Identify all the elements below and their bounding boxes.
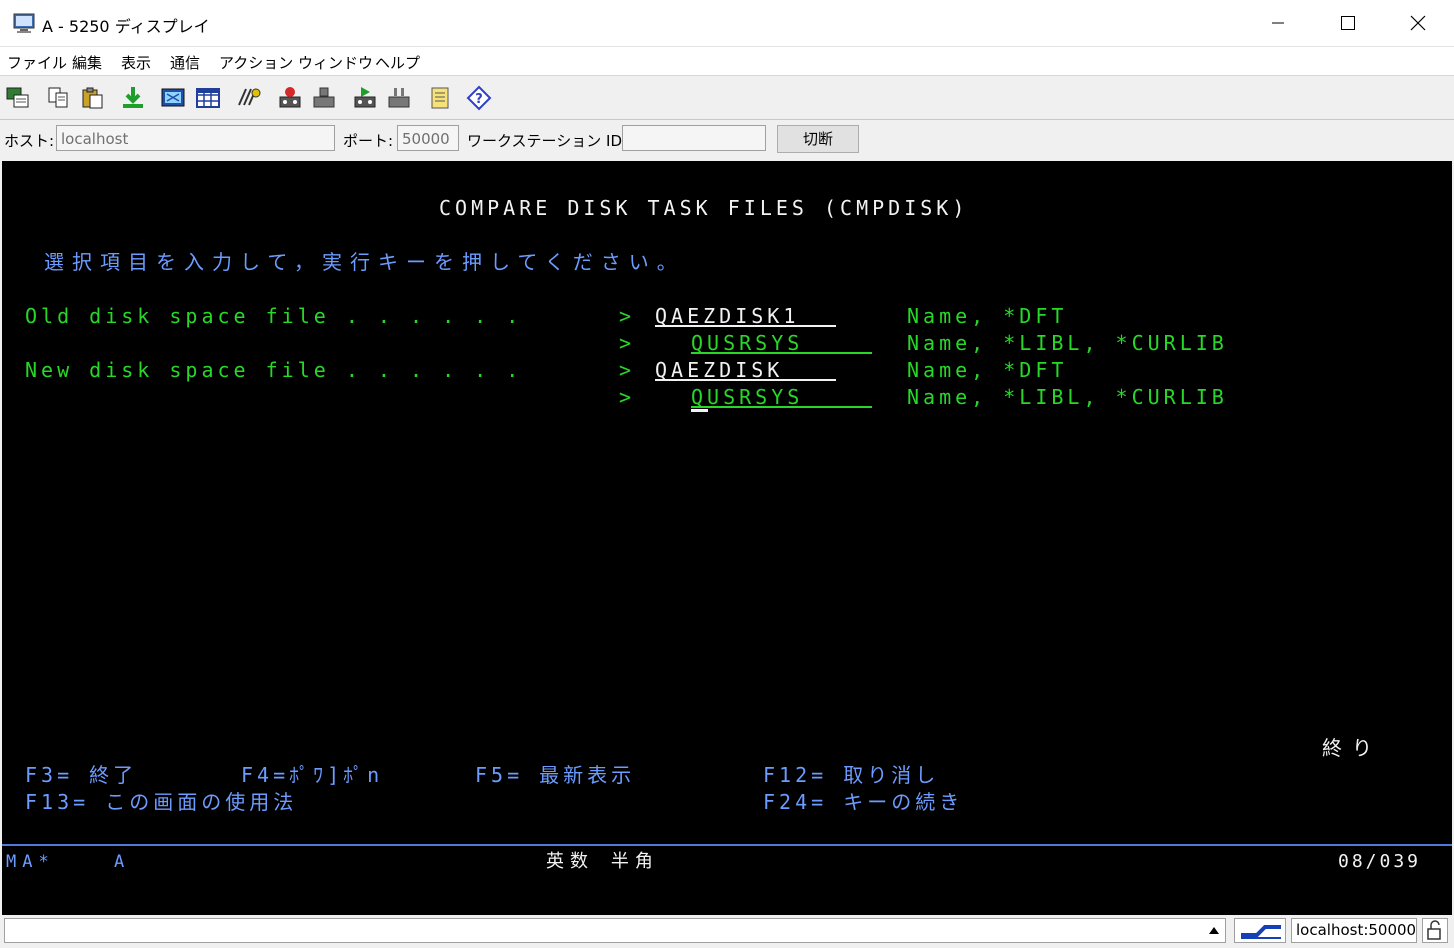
old-library-prompt: >	[619, 331, 636, 355]
old-file-label: Old disk space file . . . . . .	[25, 304, 523, 328]
menu-bar: ファイル 編集 表示 通信 アクション ウィンドウ ヘルプ	[0, 47, 1454, 76]
menu-action[interactable]: アクション	[219, 52, 293, 73]
new-file-input[interactable]: QAEZDISK	[655, 358, 836, 382]
more-indicator: 終り	[1322, 736, 1382, 760]
host-field[interactable]: localhost	[56, 125, 335, 151]
lock-icon	[1422, 918, 1448, 943]
connection-status	[1234, 918, 1286, 943]
paste-icon[interactable]	[80, 85, 106, 111]
terminal-screen[interactable]: COMPARE DISK TASK FILES (CMPDISK) 選択項目を入…	[2, 161, 1452, 915]
new-library-input[interactable]: QUSRSYS	[691, 385, 872, 409]
message-area	[4, 918, 1226, 943]
notes-icon[interactable]	[427, 85, 453, 111]
terminal-monitor-icon	[13, 13, 35, 33]
menu-window[interactable]: ウィンドウ	[298, 52, 373, 73]
screen-instruction: 選択項目を入力して，実行キーを押してください。	[44, 250, 685, 274]
new-file-label: New disk space file . . . . . .	[25, 358, 523, 382]
oia-session: A	[114, 852, 129, 872]
maximize-icon	[1341, 16, 1355, 30]
disconnect-button[interactable]: 切断	[777, 125, 859, 153]
close-icon	[1410, 15, 1426, 31]
receive-icon[interactable]	[160, 85, 186, 111]
new-library-prompt: >	[619, 385, 636, 409]
play-icon[interactable]	[352, 85, 378, 111]
maximize-button[interactable]	[1313, 0, 1383, 46]
copy-screen-icon[interactable]	[5, 85, 31, 111]
old-library-input[interactable]: QUSRSYS	[691, 331, 872, 355]
grid-icon[interactable]	[195, 85, 221, 111]
download-icon[interactable]	[120, 85, 146, 111]
port-field[interactable]: 50000	[397, 125, 459, 151]
oia-cursor-position: 08/039	[1338, 851, 1422, 872]
workstation-id-label: ワークステーション ID:	[467, 132, 628, 150]
screen-title: COMPARE DISK TASK FILES (CMPDISK)	[439, 196, 969, 220]
port-label: ポート:	[343, 132, 394, 150]
minimize-icon	[1272, 22, 1284, 24]
scroll-up-arrow-icon[interactable]	[1208, 924, 1220, 936]
connection-lightning-icon	[1241, 925, 1281, 939]
old-file-hint: Name, *DFT	[907, 304, 1068, 328]
menu-communication[interactable]: 通信	[170, 52, 200, 73]
title-bar: A - 5250 ディスプレイ	[0, 0, 1454, 47]
help-icon[interactable]: ?	[466, 85, 492, 111]
fkey-f12[interactable]: F12= 取り消し	[763, 763, 939, 787]
status-host: localhost:50000	[1291, 918, 1417, 943]
old-library-hint: Name, *LIBL, *CURLIB	[907, 331, 1228, 355]
minimize-button[interactable]	[1243, 0, 1313, 46]
menu-help[interactable]: ヘルプ	[375, 52, 420, 73]
fkey-f5[interactable]: F5= 最新表示	[475, 763, 635, 787]
macro-icon[interactable]	[236, 85, 262, 111]
new-library-hint: Name, *LIBL, *CURLIB	[907, 385, 1228, 409]
new-file-prompt: >	[619, 358, 636, 382]
host-label: ホスト:	[4, 132, 55, 150]
window-title: A - 5250 ディスプレイ	[42, 17, 210, 36]
workstation-id-field[interactable]	[622, 125, 766, 151]
old-file-prompt: >	[619, 304, 636, 328]
record-icon[interactable]	[277, 85, 303, 111]
pause-icon[interactable]	[386, 85, 412, 111]
connection-bar: ホスト: localhost ポート: 50000 ワークステーション ID: …	[0, 120, 1454, 160]
oia-status: MA*	[6, 852, 55, 872]
new-file-hint: Name, *DFT	[907, 358, 1068, 382]
fkey-f13[interactable]: F13= この画面の使用法	[25, 790, 297, 814]
stop-icon[interactable]	[311, 85, 337, 111]
menu-edit[interactable]: 編集	[72, 52, 102, 73]
close-button[interactable]	[1383, 0, 1453, 46]
svg-text:?: ?	[475, 92, 483, 107]
status-bar: localhost:50000	[0, 915, 1454, 946]
toolbar: ?	[0, 76, 1454, 120]
fkey-f24[interactable]: F24= キーの続き	[763, 790, 963, 814]
old-file-input[interactable]: QAEZDISK1	[655, 304, 836, 328]
oia-input-mode: 英数 半角	[546, 851, 659, 872]
copy-icon[interactable]	[46, 85, 72, 111]
fkey-f3[interactable]: F3= 終了	[25, 763, 137, 787]
fkey-f4[interactable]: F4=ﾎﾟﾜ]ﾎﾟn	[241, 763, 383, 787]
menu-file[interactable]: ファイル	[7, 52, 67, 73]
text-cursor	[691, 409, 708, 412]
oia-divider	[2, 844, 1452, 846]
menu-view[interactable]: 表示	[121, 52, 151, 73]
